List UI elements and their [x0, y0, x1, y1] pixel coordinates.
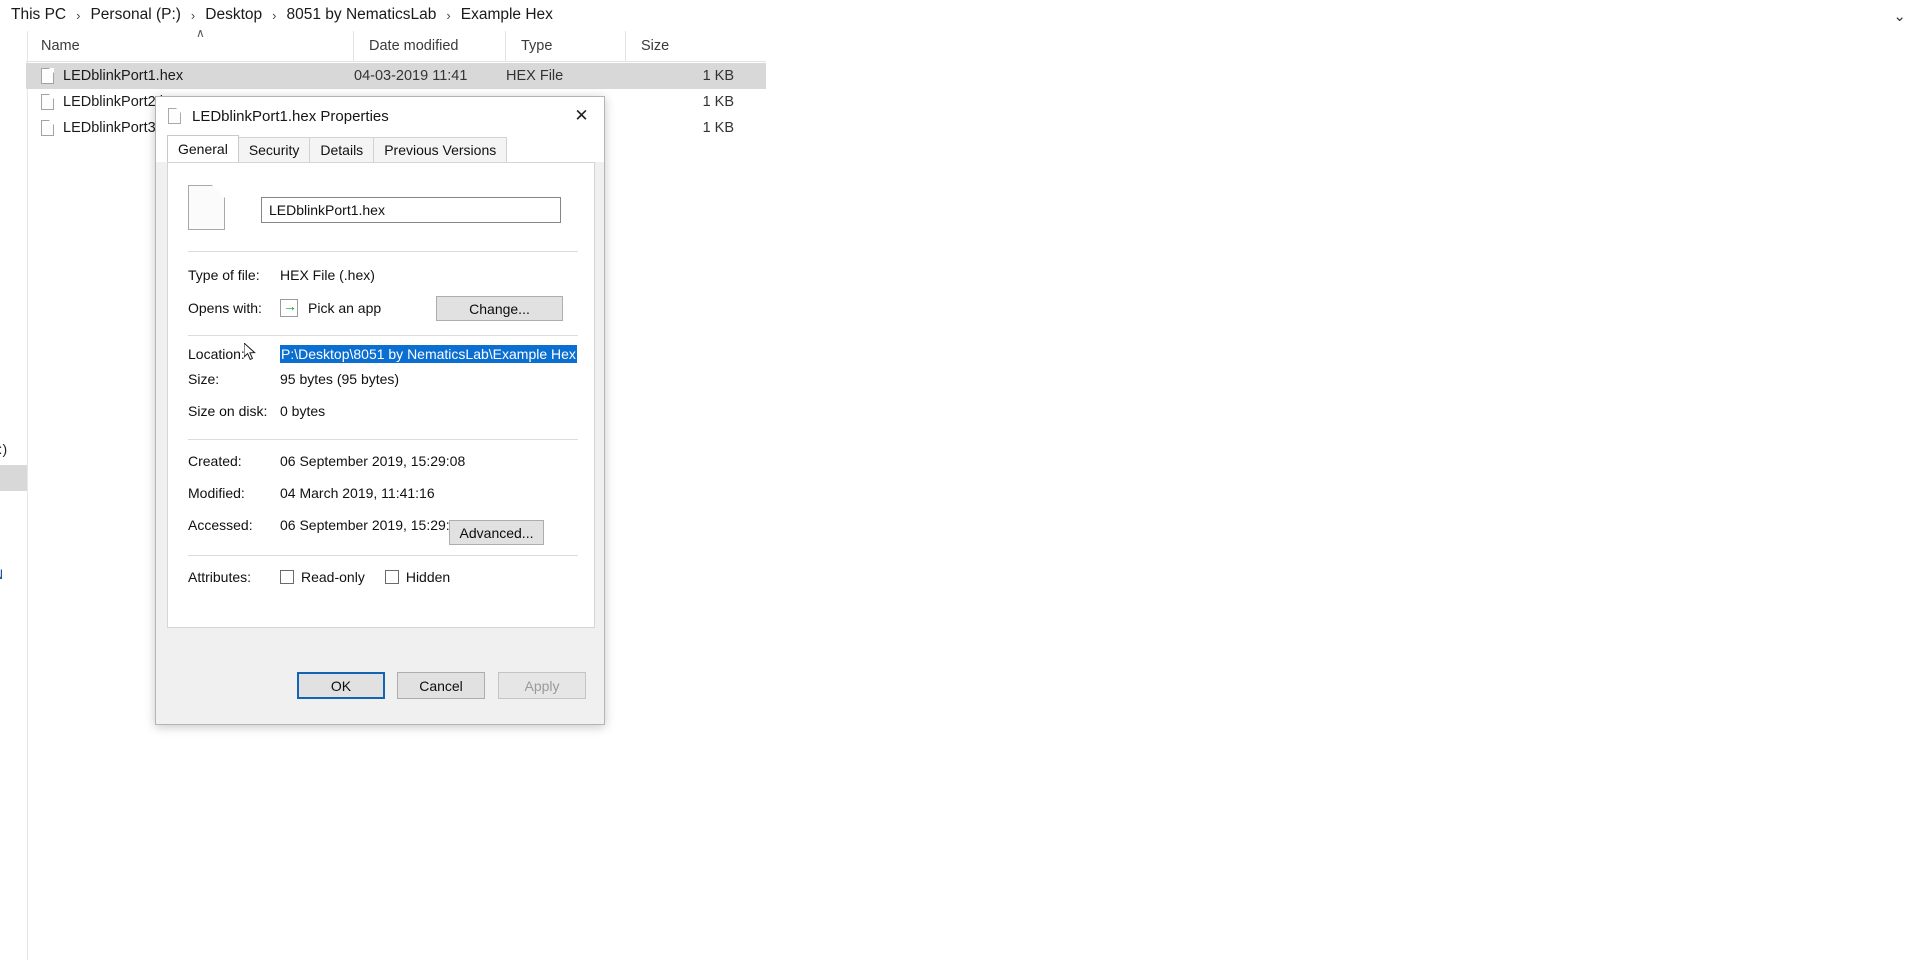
breadcrumb-item-desktop[interactable]: Desktop [202, 6, 265, 24]
sidebar-item-selected[interactable] [0, 465, 27, 491]
created-row: Created: 06 September 2019, 15:29:08 [188, 453, 465, 469]
column-header-name[interactable]: Name ∧ [26, 26, 354, 62]
dialog-title-bar[interactable]: LEDblinkPort1.hex Properties ✕ [156, 97, 604, 135]
breadcrumb-item-personal[interactable]: Personal (P:) [87, 6, 183, 24]
sort-ascending-icon: ∧ [196, 25, 205, 40]
hidden-label: Hidden [405, 569, 451, 585]
opens-with-row: Opens with: Pick an app [188, 298, 382, 317]
tab-details[interactable]: Details [309, 137, 375, 162]
type-of-file-row: Type of file: HEX File (.hex) [188, 267, 375, 283]
divider [188, 251, 578, 252]
location-value[interactable]: P:\Desktop\8051 by NematicsLab\Example H… [280, 345, 577, 363]
file-size-cell: 1 KB [702, 120, 734, 136]
close-icon[interactable]: ✕ [559, 97, 604, 135]
hidden-checkbox-wrap[interactable]: Hidden [384, 569, 451, 585]
breadcrumb-separator-icon: › [190, 7, 196, 23]
type-of-file-value: HEX File (.hex) [280, 267, 375, 283]
accessed-value: 06 September 2019, 15:29:08 [280, 517, 466, 533]
file-size-cell: 1 KB [702, 94, 734, 110]
readonly-checkbox-wrap[interactable]: Read-only [280, 569, 365, 585]
tab-panel-general: LEDblinkPort1.hex Type of file: HEX File… [167, 162, 595, 628]
file-date-cell: 04-03-2019 11:41 [354, 68, 468, 84]
table-row[interactable]: LEDblinkPort1.hex 04-03-2019 11:41 HEX F… [26, 63, 766, 89]
size-on-disk-value: 0 bytes [280, 403, 326, 419]
modified-label: Modified: [188, 485, 245, 501]
properties-dialog: LEDblinkPort1.hex Properties ✕ General S… [155, 96, 605, 725]
dialog-footer: OK Cancel Apply [156, 662, 604, 724]
breadcrumb-item-this-pc[interactable]: This PC [8, 6, 69, 24]
opens-with-value: Pick an app [308, 300, 382, 316]
breadcrumb-separator-icon: › [272, 7, 277, 23]
column-header-date-modified[interactable]: Date modified [354, 30, 506, 62]
file-size-cell: 1 KB [702, 68, 734, 84]
file-icon [41, 94, 54, 110]
size-row: Size: 95 bytes (95 bytes) [188, 371, 399, 387]
apply-button: Apply [498, 672, 586, 699]
file-type-icon [188, 185, 225, 230]
attributes-row: Attributes: Read-only Hidden [188, 569, 470, 585]
file-name-input[interactable]: LEDblinkPort1.hex [261, 197, 561, 223]
created-value: 06 September 2019, 15:29:08 [280, 453, 466, 469]
sidebar-item-network-label[interactable]: N [0, 566, 3, 582]
column-header-type[interactable]: Type [506, 30, 626, 62]
column-header-name-label: Name [41, 38, 80, 54]
sidebar-item-drive-label[interactable]: (I:) [0, 441, 7, 457]
size-label: Size: [188, 371, 220, 387]
hidden-checkbox[interactable] [384, 570, 399, 584]
file-name-cell[interactable]: LEDblinkPort1.hex [26, 68, 354, 84]
size-value: 95 bytes (95 bytes) [280, 371, 400, 387]
file-icon [41, 120, 54, 136]
breadcrumb-separator-icon: › [446, 7, 451, 23]
created-label: Created: [188, 453, 242, 469]
attributes-label: Attributes: [188, 569, 252, 585]
location-label: Location: [188, 346, 245, 362]
divider [188, 439, 578, 440]
dialog-title: LEDblinkPort1.hex Properties [192, 107, 389, 125]
modified-row: Modified: 04 March 2019, 11:41:16 [188, 485, 435, 501]
change-button[interactable]: Change... [436, 296, 563, 321]
tab-strip: General Security Details Previous Versio… [156, 135, 604, 162]
readonly-checkbox[interactable] [280, 570, 294, 584]
breadcrumb-separator-icon: › [76, 7, 81, 23]
file-icon [41, 68, 54, 84]
size-on-disk-row: Size on disk: 0 bytes [188, 403, 325, 419]
column-header-size[interactable]: Size [626, 31, 748, 62]
cancel-button[interactable]: Cancel [397, 672, 485, 699]
modified-value: 04 March 2019, 11:41:16 [280, 485, 435, 501]
size-on-disk-label: Size on disk: [188, 403, 268, 419]
opens-with-label: Opens with: [188, 300, 262, 316]
tab-previous-versions[interactable]: Previous Versions [373, 137, 508, 162]
file-name-label: LEDblinkPort1.hex [63, 68, 184, 84]
type-of-file-label: Type of file: [188, 267, 260, 283]
tab-general[interactable]: General [167, 135, 239, 162]
divider [188, 335, 578, 336]
chevron-down-icon[interactable]: ⌄ [1893, 7, 1906, 25]
ok-button[interactable]: OK [297, 672, 385, 699]
accessed-label: Accessed: [188, 517, 253, 533]
nav-pane-divider [27, 31, 28, 960]
tab-security[interactable]: Security [237, 137, 311, 162]
breadcrumb-item-8051[interactable]: 8051 by NematicsLab [283, 6, 439, 24]
column-headers: Name ∧ Date modified Type Size [26, 26, 766, 62]
divider [188, 555, 578, 556]
pick-an-app-icon [280, 298, 298, 317]
address-bar[interactable]: This PC › Personal (P:) › Desktop › 8051… [0, 0, 1920, 30]
file-icon [168, 108, 181, 124]
breadcrumb-item-example-hex[interactable]: Example Hex [458, 6, 556, 24]
file-type-cell: HEX File [506, 68, 564, 84]
mouse-cursor-icon [244, 343, 256, 361]
advanced-button[interactable]: Advanced... [449, 520, 544, 545]
accessed-row: Accessed: 06 September 2019, 15:29:08 [188, 517, 465, 533]
readonly-label: Read-only [301, 569, 365, 585]
